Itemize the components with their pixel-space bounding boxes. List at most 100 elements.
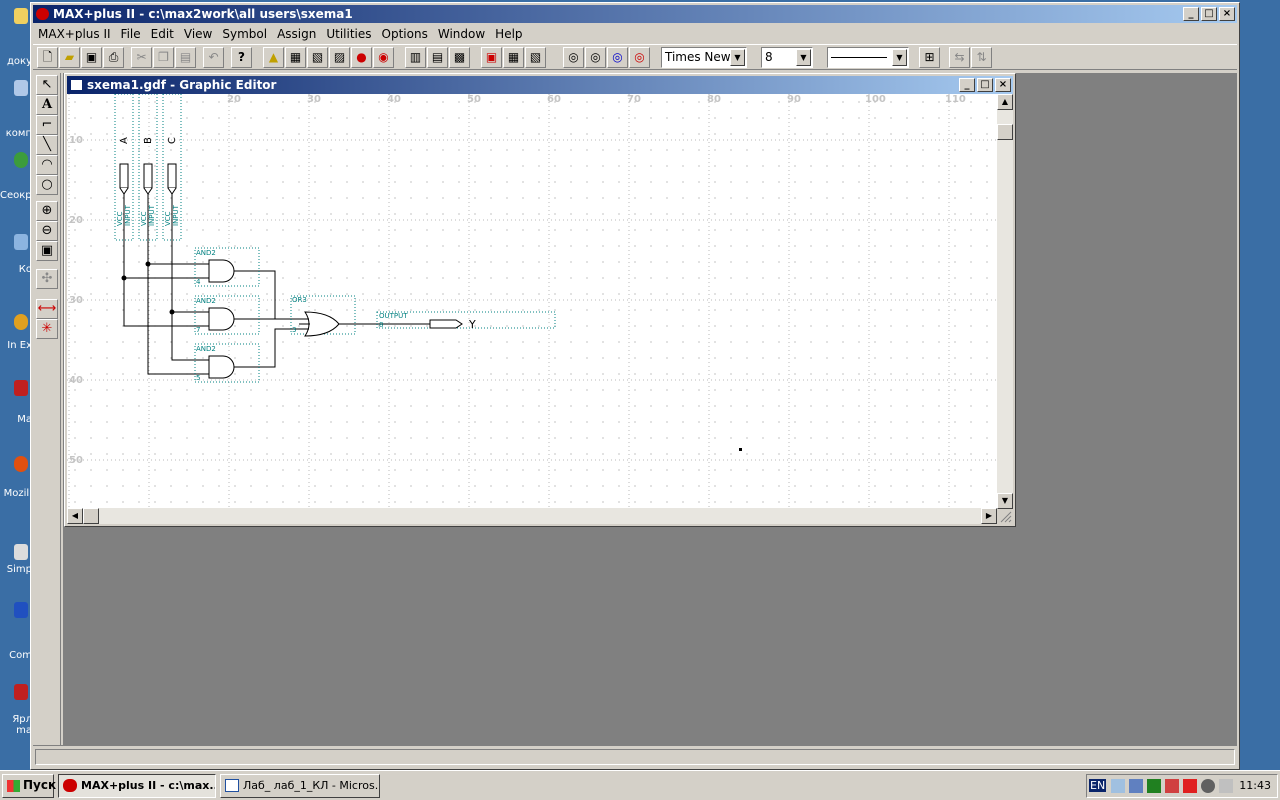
project-save-check-icon[interactable]: ▤	[427, 47, 448, 68]
editor-minimize-button[interactable]: _	[959, 78, 975, 92]
tray-sun-icon[interactable]	[1111, 779, 1125, 793]
programmer-icon[interactable]: ▣	[481, 47, 502, 68]
menu-help[interactable]: Help	[490, 27, 527, 41]
language-indicator[interactable]: EN	[1089, 779, 1107, 792]
menu-utilities[interactable]: Utilities	[321, 27, 376, 41]
chevron-down-icon[interactable]: ▼	[892, 49, 907, 66]
start-button[interactable]: Пуск	[2, 774, 56, 798]
scroll-thumb-horizontal[interactable]	[83, 508, 99, 524]
pin-vcc: VCC	[140, 211, 148, 226]
gate-label: AND2	[196, 345, 216, 353]
editor-titlebar[interactable]: sxema1.gdf - Graphic Editor _ □ ×	[67, 76, 1013, 94]
copy-icon[interactable]: ❐	[153, 47, 174, 68]
arc-tool-icon[interactable]: ◠	[36, 155, 58, 175]
hierarchy-project-icon[interactable]: ▦	[285, 47, 306, 68]
ruler-x-label: 80	[707, 94, 721, 105]
rubberband-icon[interactable]: ⊞	[919, 47, 940, 68]
maximize-button[interactable]: □	[1201, 7, 1217, 21]
font-tool-icon[interactable]: ◎	[563, 47, 584, 68]
tray-disc-icon[interactable]	[1201, 779, 1215, 793]
ruler-y-label: 30	[69, 295, 83, 306]
font-size-select[interactable]: 8 ▼	[761, 47, 813, 68]
horizontal-scrollbar[interactable]: ◀ ▶	[67, 508, 997, 524]
project-save-compile-icon[interactable]: ▩	[449, 47, 470, 68]
disconnect-nodes-icon[interactable]: ✳	[36, 319, 58, 339]
minimize-button[interactable]: _	[1183, 7, 1199, 21]
chevron-down-icon[interactable]: ▼	[796, 49, 811, 66]
line-style-icon[interactable]: ◎	[607, 47, 628, 68]
open-folder-icon[interactable]: ▰	[59, 47, 80, 68]
floorplan-icon[interactable]: ▨	[329, 47, 350, 68]
project-set-icon[interactable]: ▥	[405, 47, 426, 68]
gate-label: AND2	[196, 249, 216, 257]
select-arrow-icon[interactable]: ↖	[36, 75, 58, 95]
tray-signal-icon[interactable]	[1147, 779, 1161, 793]
menu-assign[interactable]: Assign	[272, 27, 321, 41]
tray-usb-icon[interactable]	[1219, 779, 1233, 793]
report-icon[interactable]: ▧	[525, 47, 546, 68]
app-titlebar[interactable]: MAX+plus II - c:\max2work\all users\sxem…	[33, 5, 1237, 23]
orthogonal-line-icon[interactable]: ⌐	[36, 115, 58, 135]
ruler-x-label: 110	[945, 94, 966, 105]
globe-icon	[14, 152, 28, 168]
print-icon[interactable]: ⎙	[103, 47, 124, 68]
schematic-canvas[interactable]: 20 30 40 50 60 70 80 90 100 110 10 20 30…	[67, 94, 997, 509]
paste-icon[interactable]: ▤	[175, 47, 196, 68]
menu-symbol[interactable]: Symbol	[217, 27, 272, 41]
task-word[interactable]: Лаб_ лаб_1_КЛ - Micros...	[220, 774, 380, 798]
menu-edit[interactable]: Edit	[146, 27, 179, 41]
menu-maxplus[interactable]: MAX+plus II	[33, 27, 116, 41]
tray-antivirus-icon[interactable]	[1183, 779, 1197, 793]
menu-file[interactable]: File	[116, 27, 146, 41]
diagonal-line-icon[interactable]: ╲	[36, 135, 58, 155]
menu-view[interactable]: View	[179, 27, 217, 41]
cut-icon[interactable]: ✂	[131, 47, 152, 68]
vertical-scrollbar[interactable]: ▲ ▼	[997, 94, 1013, 509]
compiler-icon[interactable]: ●	[351, 47, 372, 68]
scroll-left-icon[interactable]: ◀	[67, 508, 83, 524]
scroll-down-icon[interactable]: ▼	[997, 493, 1013, 509]
gdf-document-icon[interactable]	[70, 79, 83, 91]
app-logo-icon[interactable]	[36, 8, 49, 20]
undo-icon[interactable]: ↶	[203, 47, 224, 68]
text-tool-icon[interactable]: A	[36, 95, 58, 115]
new-file-icon[interactable]: 🗋	[37, 47, 58, 68]
open-editor-icon[interactable]: ▧	[307, 47, 328, 68]
shortcut-icon	[14, 684, 28, 700]
help-pointer-icon[interactable]: ?	[231, 47, 252, 68]
clock[interactable]: 11:43	[1239, 779, 1271, 792]
flip-vertical-icon[interactable]: ⇅	[971, 47, 992, 68]
tray-network-icon[interactable]	[1129, 779, 1143, 793]
chevron-down-icon[interactable]: ▼	[730, 49, 745, 66]
text-style-icon[interactable]: ◎	[585, 47, 606, 68]
color-tool-icon[interactable]: ◎	[629, 47, 650, 68]
simulator-icon[interactable]: ◉	[373, 47, 394, 68]
connect-nodes-icon[interactable]: ⟷	[36, 299, 58, 319]
scroll-right-icon[interactable]: ▶	[981, 508, 997, 524]
save-icon[interactable]: ▣	[81, 47, 102, 68]
close-button[interactable]: ×	[1219, 7, 1235, 21]
tool-palette: ↖ A ⌐ ╲ ◠ ○ ⊕ ⊖ ▣ ✣ ⟷ ✳	[33, 73, 61, 745]
circle-tool-icon[interactable]: ○	[36, 175, 58, 195]
menubar: MAX+plus II File Edit View Symbol Assign…	[33, 24, 1237, 43]
timing-analyzer-icon[interactable]: ▦	[503, 47, 524, 68]
status-cell	[35, 749, 1235, 765]
flip-horizontal-icon[interactable]: ⇆	[949, 47, 970, 68]
tray-puzzle-icon[interactable]	[1165, 779, 1179, 793]
menu-window[interactable]: Window	[433, 27, 490, 41]
task-maxplus[interactable]: MAX+plus II - c:\max...	[58, 774, 216, 798]
font-name-select[interactable]: Times New ▼	[661, 47, 747, 68]
zoom-in-icon[interactable]: ⊕	[36, 201, 58, 221]
app-title: MAX+plus II - c:\max2work\all users\sxem…	[53, 7, 353, 21]
scroll-thumb-vertical[interactable]	[997, 124, 1013, 140]
editor-maximize-button[interactable]: □	[977, 78, 993, 92]
rubberbanding-icon[interactable]: ✣	[36, 269, 58, 289]
hierarchy-up-icon[interactable]: ▲	[263, 47, 284, 68]
scroll-up-icon[interactable]: ▲	[997, 94, 1013, 110]
menu-options[interactable]: Options	[377, 27, 433, 41]
resize-grip-icon[interactable]	[997, 508, 1013, 524]
zoom-out-icon[interactable]: ⊖	[36, 221, 58, 241]
line-style-select[interactable]: ▼	[827, 47, 909, 68]
editor-close-button[interactable]: ×	[995, 78, 1011, 92]
fit-window-icon[interactable]: ▣	[36, 241, 58, 261]
